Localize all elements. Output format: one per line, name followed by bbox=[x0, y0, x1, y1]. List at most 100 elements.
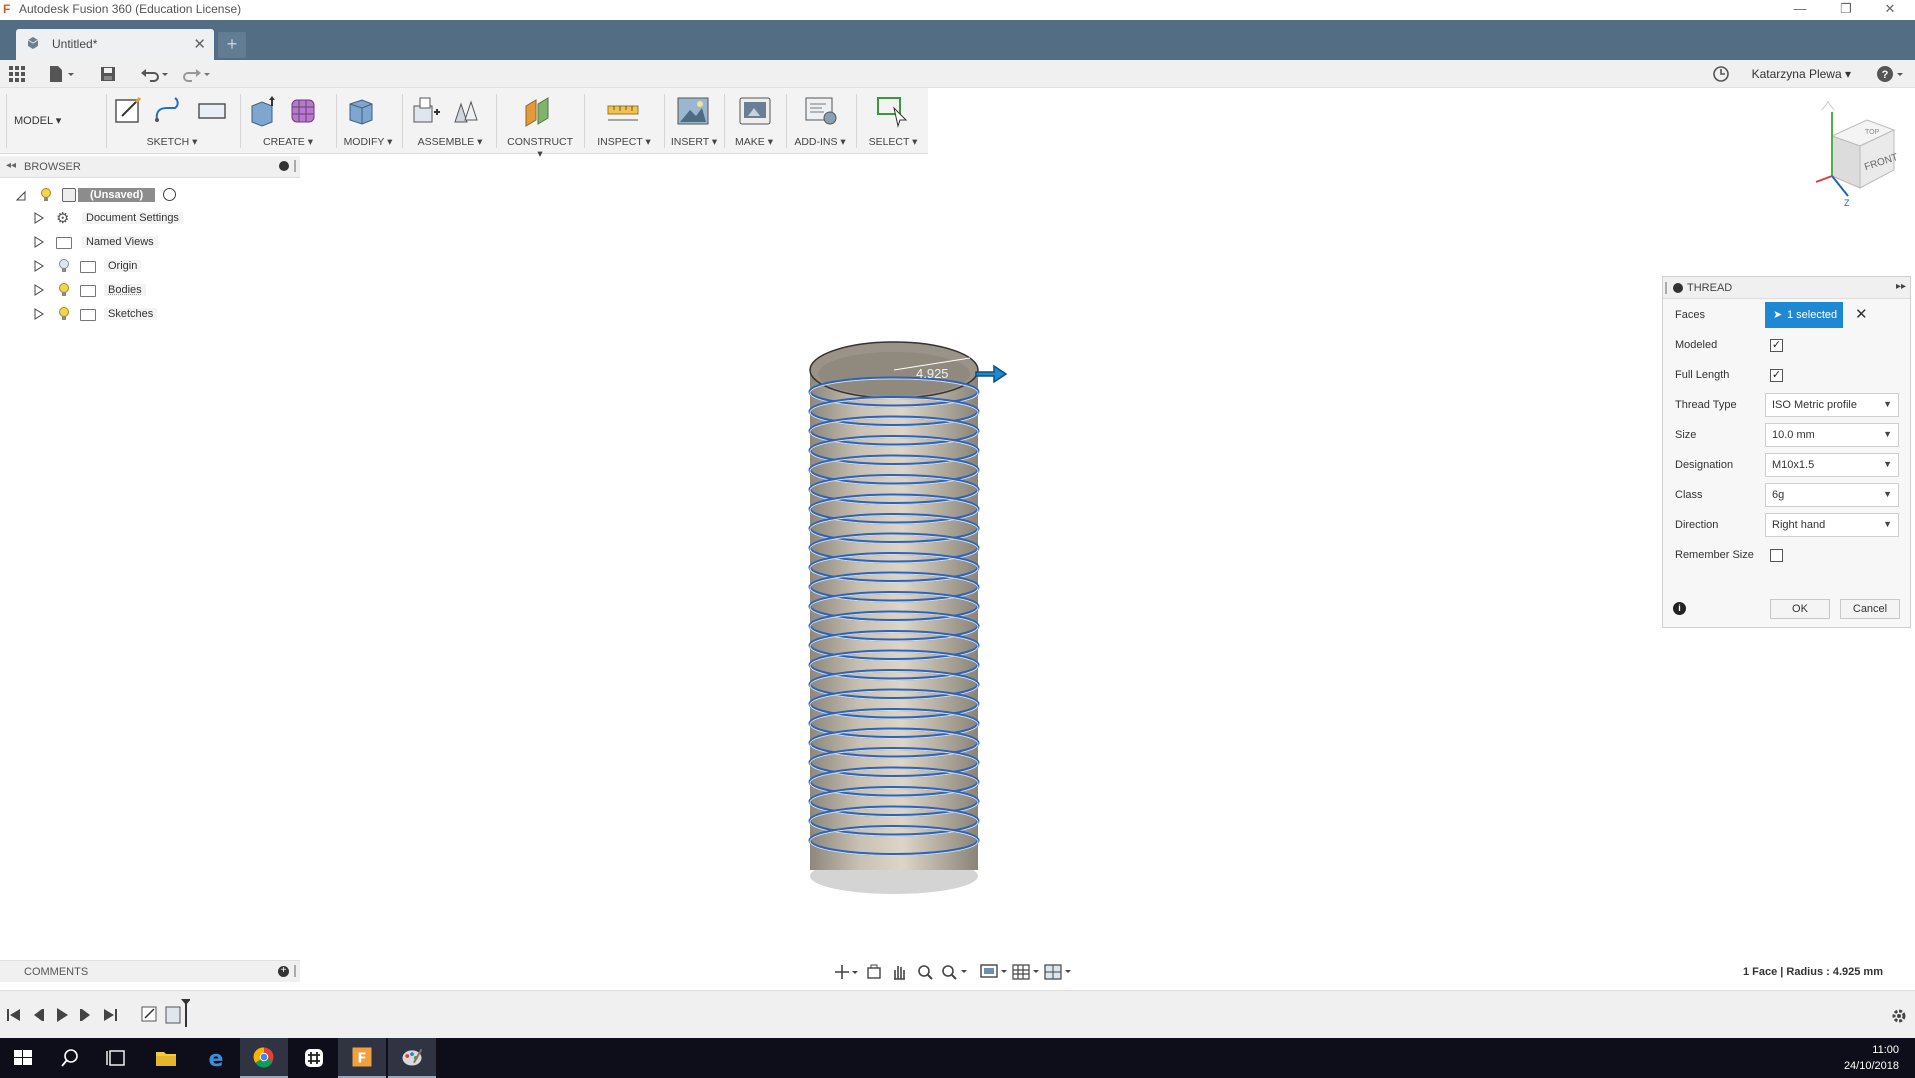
modeled-checkbox[interactable]: ✓ bbox=[1770, 339, 1783, 352]
go-to-end-icon[interactable] bbox=[102, 1007, 118, 1023]
faces-selection-button[interactable]: ➤ 1 selected bbox=[1765, 302, 1843, 328]
workspace-switcher[interactable]: MODEL ▾ bbox=[14, 114, 61, 127]
remember-size-checkbox[interactable] bbox=[1770, 549, 1783, 562]
timeline-marker-icon[interactable] bbox=[164, 997, 190, 1027]
radius-dimension-label[interactable]: 4.925 bbox=[916, 366, 949, 381]
scripts-add-ins-icon[interactable] bbox=[804, 94, 838, 128]
ok-button[interactable]: OK bbox=[1770, 599, 1830, 619]
paint-app-icon[interactable] bbox=[388, 1038, 436, 1078]
fusion-360-taskbar-icon[interactable]: F bbox=[338, 1038, 386, 1078]
chrome-icon[interactable] bbox=[240, 1038, 288, 1078]
create-menu[interactable]: CREATE bbox=[263, 136, 305, 148]
size-dropdown[interactable]: 10.0 mm ▼ bbox=[1765, 423, 1899, 447]
new-component-icon[interactable] bbox=[408, 94, 442, 128]
direction-dropdown[interactable]: Right hand ▼ bbox=[1765, 513, 1899, 537]
system-clock[interactable]: 11:00 24/10/2018 bbox=[1844, 1042, 1899, 1074]
grid-settings-icon[interactable] bbox=[1012, 963, 1040, 981]
new-tab-button[interactable]: + bbox=[218, 32, 246, 58]
orbit-icon[interactable] bbox=[834, 964, 858, 980]
panel-resize-handle[interactable] bbox=[294, 160, 296, 172]
tab-close-icon[interactable]: ✕ bbox=[193, 35, 206, 53]
activate-radio-icon[interactable] bbox=[163, 188, 176, 201]
data-panel-grid-icon[interactable] bbox=[8, 65, 26, 83]
class-dropdown[interactable]: 6g ▼ bbox=[1765, 483, 1899, 507]
collapse-browser-icon[interactable]: ◂◂ bbox=[6, 160, 16, 171]
dialog-collapse-icon[interactable] bbox=[1673, 283, 1683, 293]
sketch-line-icon[interactable] bbox=[153, 94, 187, 128]
threaded-cylinder-model[interactable]: 4.925 bbox=[800, 340, 1020, 900]
slack-icon[interactable] bbox=[290, 1038, 338, 1078]
edge-browser-icon[interactable]: e bbox=[192, 1038, 240, 1078]
joint-icon[interactable] bbox=[449, 94, 483, 128]
expand-triangle-icon[interactable] bbox=[34, 308, 44, 320]
visibility-bulb-icon[interactable] bbox=[58, 283, 70, 297]
document-tab[interactable]: Untitled* ✕ bbox=[16, 29, 214, 60]
user-account-menu[interactable]: Katarzyna Plewa ▾ bbox=[1752, 67, 1851, 81]
redo-icon[interactable] bbox=[182, 65, 212, 83]
task-view-icon[interactable] bbox=[92, 1038, 140, 1078]
look-at-icon[interactable] bbox=[866, 964, 882, 980]
thread-type-dropdown[interactable]: ISO Metric profile ▼ bbox=[1765, 393, 1899, 417]
view-cube[interactable]: TOP FRONT Z bbox=[1812, 98, 1902, 208]
expand-triangle-icon[interactable] bbox=[34, 260, 44, 272]
cancel-button[interactable]: Cancel bbox=[1840, 599, 1900, 619]
close-icon[interactable]: ✕ bbox=[1870, 0, 1910, 20]
expand-triangle-icon[interactable] bbox=[34, 236, 44, 248]
measure-icon[interactable] bbox=[606, 94, 640, 128]
step-forward-icon[interactable] bbox=[78, 1007, 94, 1023]
clear-selection-icon[interactable]: ✕ bbox=[1855, 305, 1868, 323]
undo-icon[interactable] bbox=[140, 65, 170, 83]
visibility-bulb-icon[interactable] bbox=[58, 307, 70, 321]
display-settings-icon[interactable] bbox=[980, 963, 1008, 981]
go-to-start-icon[interactable] bbox=[6, 1007, 22, 1023]
zoom-window-icon[interactable] bbox=[940, 963, 968, 981]
tree-item-bodies[interactable]: Bodies bbox=[34, 281, 194, 301]
create-sketch-icon[interactable] bbox=[112, 94, 146, 128]
tree-item-named-views[interactable]: Named Views bbox=[34, 233, 194, 253]
construct-menu[interactable]: CONSTRUCT bbox=[507, 136, 573, 148]
full-length-checkbox[interactable]: ✓ bbox=[1770, 369, 1783, 382]
assemble-menu[interactable]: ASSEMBLE bbox=[418, 136, 475, 148]
add-ins-menu[interactable]: ADD-INS bbox=[794, 136, 837, 148]
collapse-triangle-icon[interactable] bbox=[16, 189, 26, 201]
zoom-icon[interactable] bbox=[916, 963, 934, 981]
add-comment-icon[interactable]: + bbox=[278, 966, 289, 977]
select-menu[interactable]: SELECT bbox=[869, 136, 910, 148]
dialog-grip[interactable] bbox=[1665, 282, 1667, 294]
file-menu-icon[interactable] bbox=[48, 65, 76, 83]
step-back-icon[interactable] bbox=[30, 1007, 46, 1023]
browser-panel-header[interactable]: ◂◂ BROWSER bbox=[0, 156, 300, 178]
modify-menu[interactable]: MODIFY bbox=[344, 136, 385, 148]
insert-menu[interactable]: INSERT bbox=[671, 136, 709, 148]
minimize-icon[interactable]: — bbox=[1780, 0, 1820, 20]
extrude-icon[interactable] bbox=[246, 94, 280, 128]
offset-plane-icon[interactable] bbox=[522, 94, 556, 128]
search-icon[interactable] bbox=[46, 1038, 94, 1078]
sketch-menu[interactable]: SKETCH bbox=[147, 136, 190, 148]
comments-panel-header[interactable]: COMMENTS + bbox=[0, 960, 300, 982]
windows-start-icon[interactable] bbox=[0, 1038, 48, 1078]
info-icon[interactable]: i bbox=[1673, 602, 1686, 615]
timeline-sketch-feature-icon[interactable] bbox=[140, 1003, 160, 1025]
radius-drag-arrow-icon[interactable] bbox=[975, 364, 1008, 384]
tree-item-origin[interactable]: Origin bbox=[34, 257, 194, 277]
viewcube-top-label[interactable]: TOP bbox=[1865, 129, 1880, 136]
save-icon[interactable] bbox=[100, 65, 116, 83]
file-explorer-icon[interactable] bbox=[142, 1038, 190, 1078]
timeline-settings-gear-icon[interactable] bbox=[1890, 1007, 1908, 1025]
inspect-menu[interactable]: INSPECT bbox=[597, 136, 642, 148]
create-form-icon[interactable] bbox=[287, 94, 321, 128]
expand-triangle-icon[interactable] bbox=[34, 212, 44, 224]
select-window-icon[interactable] bbox=[876, 94, 910, 128]
panel-resize-handle[interactable] bbox=[294, 965, 296, 977]
visibility-bulb-off-icon[interactable] bbox=[58, 259, 70, 273]
thread-dialog-header[interactable]: THREAD ▸▸ bbox=[1663, 277, 1910, 299]
dialog-expand-icon[interactable]: ▸▸ bbox=[1896, 281, 1906, 292]
browser-minimize-icon[interactable] bbox=[279, 161, 289, 171]
sketch-rectangle-icon[interactable] bbox=[195, 94, 229, 128]
tree-item-document-settings[interactable]: ⚙ Document Settings bbox=[34, 209, 194, 229]
expand-triangle-icon[interactable] bbox=[34, 284, 44, 296]
designation-dropdown[interactable]: M10x1.5 ▼ bbox=[1765, 453, 1899, 477]
pan-hand-icon[interactable] bbox=[890, 963, 908, 981]
make-menu[interactable]: MAKE bbox=[735, 136, 765, 148]
